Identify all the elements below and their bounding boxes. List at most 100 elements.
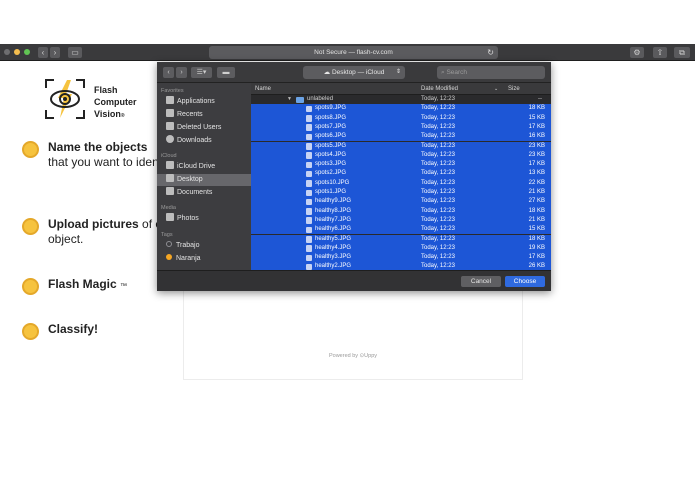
search-field[interactable]: ⌕ Search bbox=[437, 66, 545, 79]
image-file-icon bbox=[306, 124, 312, 131]
forward-icon[interactable]: › bbox=[176, 67, 187, 78]
file-row[interactable]: healthy6.JPG Today, 12:23 15 KB bbox=[251, 225, 551, 235]
file-name: spots8.JPG bbox=[315, 114, 347, 121]
sidebar-item-documents[interactable]: Documents bbox=[157, 187, 251, 199]
file-row[interactable]: spots3.JPG Today, 12:23 17 KB bbox=[251, 160, 551, 170]
sidebar-item-applications[interactable]: Applications bbox=[157, 96, 251, 108]
file-date: Today, 12:23 bbox=[421, 226, 455, 233]
file-size: -- bbox=[538, 96, 542, 102]
file-row[interactable]: healthy4.JPG Today, 12:23 19 KB bbox=[251, 243, 551, 254]
file-row[interactable]: spots4.JPG Today, 12:23 23 KB bbox=[251, 150, 551, 161]
file-row[interactable]: healthy5.JPG Today, 12:23 18 KB bbox=[251, 234, 551, 244]
sidebar-item-icloud-drive[interactable]: iCloud Drive bbox=[157, 161, 251, 173]
file-row[interactable]: spots2.JPG Today, 12:23 13 KB bbox=[251, 169, 551, 179]
file-row[interactable]: healthy3.JPG Today, 12:23 17 KB bbox=[251, 253, 551, 263]
sidebar-item-tag-naranja[interactable]: Naranja bbox=[157, 253, 251, 265]
file-row[interactable]: healthy9.JPG Today, 12:23 27 KB bbox=[251, 197, 551, 207]
step-bullet-icon bbox=[22, 278, 39, 295]
upload-dropzone[interactable]: Powered by ⊙Uppy bbox=[183, 291, 523, 380]
file-name: unlabeled bbox=[307, 96, 334, 102]
file-row[interactable]: spots5.JPG Today, 12:23 23 KB bbox=[251, 141, 551, 151]
step-title: Classify! bbox=[48, 322, 99, 336]
file-name: healthy4.JPG bbox=[315, 244, 352, 251]
file-row[interactable]: spots1.JPG Today, 12:23 21 KB bbox=[251, 188, 551, 198]
brand-name: Flash Computer Vision® bbox=[94, 84, 137, 122]
sidebar-item-label: Desktop bbox=[177, 176, 203, 183]
file-name: spots4.JPG bbox=[315, 151, 347, 158]
image-file-icon bbox=[306, 236, 312, 243]
image-file-icon bbox=[306, 152, 312, 159]
file-size: 17 KB bbox=[528, 161, 545, 168]
chevron-right-icon[interactable]: › bbox=[50, 47, 60, 58]
file-row[interactable]: spots8.JPG Today, 12:23 15 KB bbox=[251, 113, 551, 123]
file-size: 17 KB bbox=[528, 254, 545, 261]
dialog-footer: Cancel Choose bbox=[157, 270, 551, 291]
file-list: Name Date Modified ⌄ Size ▼ unlabeled To… bbox=[251, 83, 551, 270]
file-row[interactable]: healthy8.JPG Today, 12:23 18 KB bbox=[251, 206, 551, 216]
file-date: Today, 12:23 bbox=[421, 133, 455, 140]
new-folder-icon[interactable]: ▬ bbox=[217, 67, 235, 78]
file-chooser-dialog: ‹ › ☰▾ ▬ ☁ Desktop — iCloud ⇕ ⌕ Search F… bbox=[157, 62, 551, 291]
file-name: spots1.JPG bbox=[315, 189, 347, 195]
sidebar-item-desktop[interactable]: Desktop bbox=[157, 174, 251, 186]
location-select[interactable]: ☁ Desktop — iCloud ⇕ bbox=[303, 66, 405, 79]
file-size: 27 KB bbox=[528, 198, 545, 205]
file-date: Today, 12:23 bbox=[421, 142, 455, 149]
share-icon[interactable]: ⇧ bbox=[653, 47, 667, 58]
column-name[interactable]: Name bbox=[255, 83, 271, 95]
desktop-icon bbox=[166, 174, 174, 182]
file-size: 23 KB bbox=[528, 151, 545, 158]
image-file-icon bbox=[306, 217, 312, 224]
file-name: healthy5.JPG bbox=[315, 235, 352, 242]
column-date-modified[interactable]: Date Modified bbox=[421, 83, 458, 95]
file-date: Today, 12:23 bbox=[421, 263, 455, 270]
sidebar-item-photos[interactable]: Photos bbox=[157, 213, 251, 225]
folder-row-unlabeled[interactable]: ▼ unlabeled Today, 12:23 -- bbox=[251, 95, 551, 104]
file-size: 21 KB bbox=[528, 189, 545, 195]
back-icon[interactable]: ‹ bbox=[163, 67, 174, 78]
file-name: healthy3.JPG bbox=[315, 254, 352, 261]
view-mode-icon[interactable]: ☰▾ bbox=[191, 67, 212, 78]
file-date: Today, 12:23 bbox=[421, 254, 455, 261]
window-maximize-button[interactable] bbox=[24, 49, 30, 55]
location-label: Desktop — iCloud bbox=[331, 69, 385, 76]
file-date: Today, 12:23 bbox=[421, 151, 455, 158]
image-file-icon bbox=[306, 198, 312, 206]
sidebar-item-recents[interactable]: Recents bbox=[157, 109, 251, 121]
file-row[interactable]: healthy7.JPG Today, 12:23 21 KB bbox=[251, 215, 551, 226]
file-row[interactable]: spots6.JPG Today, 12:23 16 KB bbox=[251, 132, 551, 142]
window-close-button[interactable] bbox=[4, 49, 10, 55]
file-size: 23 KB bbox=[528, 142, 545, 149]
sidebar-item-downloads[interactable]: Downloads bbox=[157, 135, 251, 147]
image-file-icon bbox=[306, 208, 312, 215]
file-row[interactable]: spots9.JPG Today, 12:23 18 KB bbox=[251, 104, 551, 114]
file-size: 19 KB bbox=[528, 244, 545, 251]
sidebar-toggle-icon[interactable]: ▭ bbox=[68, 47, 82, 58]
file-row[interactable]: spots10.JPG Today, 12:23 22 KB bbox=[251, 178, 551, 188]
file-row[interactable]: healthy2.JPG Today, 12:23 26 KB bbox=[251, 262, 551, 270]
address-bar[interactable]: Not Secure — flash-cv.com ↻ bbox=[209, 46, 498, 59]
sort-chevron-icon: ⌄ bbox=[494, 86, 499, 92]
file-name: spots10.JPG bbox=[315, 179, 350, 186]
file-name: healthy2.JPG bbox=[315, 263, 352, 270]
choose-button[interactable]: Choose bbox=[505, 276, 545, 287]
downloads-icon bbox=[166, 135, 174, 143]
file-name: spots6.JPG bbox=[315, 133, 347, 140]
sidebar-item-tag-trabajo[interactable]: Trabajo bbox=[157, 240, 251, 252]
window-minimize-button[interactable] bbox=[14, 49, 20, 55]
tabs-overview-icon[interactable]: ⧉ bbox=[674, 47, 690, 58]
file-row[interactable]: spots7.JPG Today, 12:23 17 KB bbox=[251, 122, 551, 133]
column-size[interactable]: Size bbox=[508, 83, 520, 95]
file-size: 17 KB bbox=[528, 123, 545, 130]
tag-dot-icon bbox=[166, 241, 172, 247]
file-date: Today, 12:23 bbox=[421, 114, 455, 121]
cancel-button[interactable]: Cancel bbox=[461, 276, 501, 287]
reload-icon[interactable]: ↻ bbox=[487, 46, 494, 59]
brand-line-1: Flash bbox=[94, 85, 118, 95]
chevron-left-icon[interactable]: ‹ bbox=[38, 47, 48, 58]
sidebar-item-label: Photos bbox=[177, 215, 199, 222]
disclosure-triangle-icon[interactable]: ▼ bbox=[287, 95, 292, 104]
documents-icon bbox=[166, 187, 174, 195]
extension-icon[interactable]: ⚙ bbox=[630, 47, 644, 58]
sidebar-item-deleted-users[interactable]: Deleted Users bbox=[157, 122, 251, 134]
